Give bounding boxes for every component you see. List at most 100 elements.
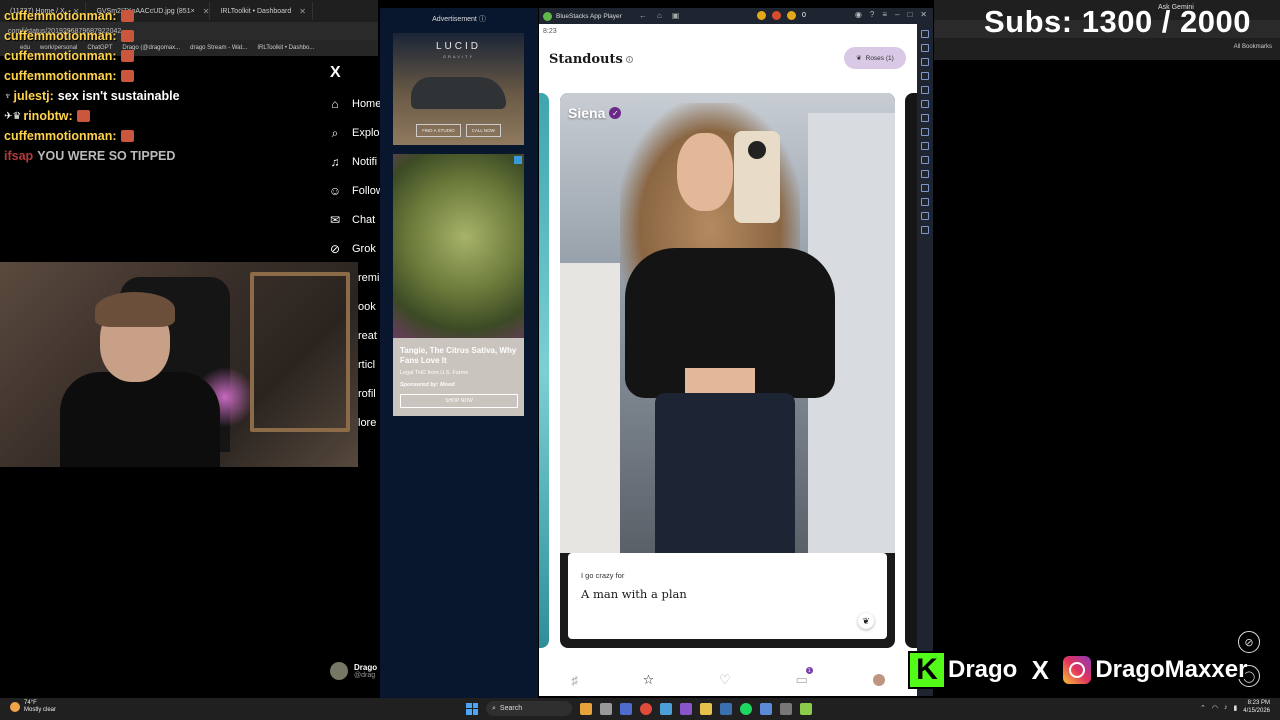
edge-icon[interactable] (660, 702, 672, 715)
clock-date: 4/15/2026 (1243, 707, 1270, 714)
system-tray: ⌃ ◠ ♪ ▮ 8:23 PM 4/15/2026 (1200, 700, 1270, 716)
verified-icon: ✓ (609, 107, 622, 119)
status-time: 8:23 (543, 27, 557, 35)
tabs-icon[interactable]: ▣ (672, 11, 680, 20)
chat-text: YOU WERE SO TIPPED (37, 149, 176, 163)
rotate-icon[interactable] (921, 114, 929, 122)
nav-item[interactable]: rticl (358, 355, 375, 375)
all-bookmarks-link[interactable]: All Bookmarks (1234, 44, 1272, 50)
volume-icon[interactable]: ♪ (1224, 704, 1228, 711)
profile-photo[interactable]: Siena ✓ (560, 93, 895, 553)
prompt-card[interactable]: I go crazy for A man with a plan ❦ (568, 553, 887, 639)
cannabis-ad[interactable]: Tangie, The Citrus Sativa, Why Fans Love… (393, 154, 524, 416)
layers-icon[interactable] (921, 226, 929, 234)
nav-item[interactable]: rofil (358, 384, 376, 404)
help-icon[interactable]: ? (870, 10, 874, 19)
location-icon[interactable] (921, 142, 929, 150)
task-view-icon[interactable] (600, 702, 612, 715)
battery-icon[interactable]: ▮ (1233, 704, 1237, 712)
nav-item[interactable]: lore (358, 413, 376, 433)
nav-home[interactable]: ⌂ Home (328, 94, 381, 114)
record-icon[interactable] (921, 100, 929, 108)
close-icon[interactable]: ✕ (920, 10, 927, 19)
info-icon[interactable]: ⓘ (479, 16, 486, 23)
chat-overlay: cuffemmotionman: cuffemmotionman: cuffem… (4, 6, 334, 166)
fullscreen-icon[interactable] (921, 30, 929, 38)
webcam-person-body (60, 372, 220, 467)
nav-item[interactable]: reat (358, 326, 377, 346)
notes-icon[interactable] (760, 702, 772, 715)
bluestacks-window: BlueStacks App Player ← ⌂ ▣ 0 ◉ ? ≡ – □ … (539, 8, 933, 696)
windows-taskbar: 74°F Mostly clear ⌕ Search ⌃ ◠ ♪ ▮ 8:23 … (0, 698, 1280, 720)
chat-username: cuffemmotionman: (4, 129, 117, 143)
windows-start-icon[interactable] (466, 702, 478, 715)
chat-message: cuffemmotionman: (4, 26, 334, 46)
taskbar-search[interactable]: ⌕ Search (486, 701, 572, 716)
minimize-icon[interactable]: – (895, 10, 899, 19)
nav-item[interactable]: remi (358, 268, 379, 288)
back-icon[interactable]: ← (639, 11, 647, 20)
account-icon[interactable]: ◉ (855, 10, 862, 19)
game-icon[interactable] (772, 11, 781, 20)
keyboard-icon[interactable] (921, 58, 929, 66)
eco-mode-icon[interactable] (921, 198, 929, 206)
adchoices-icon[interactable] (514, 156, 522, 164)
emote-icon (76, 110, 90, 122)
menu-icon[interactable]: ≡ (882, 10, 887, 19)
ad-buttons: FIND A STUDIO CALL NOW (393, 124, 524, 137)
discover-icon[interactable]: ♯ (571, 673, 578, 688)
widget-icon[interactable] (580, 702, 592, 715)
steam-icon[interactable] (720, 702, 732, 715)
obs-icon[interactable] (780, 702, 792, 715)
app-icon[interactable] (620, 702, 632, 715)
shop-icon[interactable] (757, 11, 766, 20)
spotify-icon[interactable] (740, 702, 752, 715)
folder-icon[interactable] (921, 156, 929, 164)
profile-name: Siena ✓ (568, 105, 622, 121)
multi-instance-icon[interactable] (921, 184, 929, 192)
shop-now-button[interactable]: SHOP NOW (400, 394, 518, 408)
nav-follow[interactable]: ☺ Follow (328, 181, 384, 201)
prev-card-peek[interactable] (539, 93, 549, 648)
emote-icon (120, 130, 134, 142)
wifi-icon[interactable]: ◠ (1212, 704, 1218, 712)
maximize-icon[interactable]: □ (907, 10, 912, 19)
avatar[interactable] (872, 674, 885, 686)
chrome-icon[interactable] (640, 702, 652, 715)
nav-explore[interactable]: ⌕ Explo (328, 123, 380, 143)
next-card-peek[interactable] (905, 93, 917, 648)
x-profile-card[interactable]: Drago @drag (330, 662, 377, 680)
roses-button[interactable]: ❦ Roses (1) (844, 47, 906, 69)
star-icon[interactable]: ☆ (643, 672, 655, 688)
volume-icon[interactable] (921, 44, 929, 52)
car-ad[interactable]: LUCID GRAVITY FIND A STUDIO CALL NOW (393, 33, 524, 145)
macro-icon[interactable] (921, 170, 929, 178)
settings-icon[interactable] (921, 212, 929, 220)
chevron-up-icon[interactable]: ⌃ (1200, 704, 1206, 712)
discord-icon[interactable] (680, 702, 692, 715)
nav-chat[interactable]: ✉ Chat (328, 210, 375, 230)
gamepad-icon[interactable] (921, 72, 929, 80)
home-icon[interactable]: ⌂ (657, 11, 662, 20)
nav-notifications[interactable]: ♫ Notifi (328, 152, 378, 172)
call-now-button[interactable]: CALL NOW (465, 124, 501, 137)
folder-icon[interactable] (700, 702, 712, 715)
subs-goal: Subs: 1300 / 2000 (984, 4, 1251, 39)
bluestacks-icon[interactable] (800, 702, 812, 715)
prompt-question: I go crazy for (581, 571, 625, 580)
shake-icon[interactable] (921, 128, 929, 136)
send-rose-button[interactable]: ❦ (858, 613, 874, 629)
instagram-logo-icon (1061, 654, 1094, 686)
screenshot-icon[interactable] (921, 86, 929, 94)
page-title-text: Standouts (549, 52, 623, 67)
heart-icon[interactable]: ♡ (719, 672, 731, 688)
find-studio-button[interactable]: FIND A STUDIO (416, 124, 461, 137)
nav-grok[interactable]: ⊘ Grok (328, 239, 376, 259)
weather-widget[interactable]: 74°F Mostly clear (10, 700, 56, 714)
messages-icon[interactable]: ▭ 1 (795, 667, 813, 688)
clock[interactable]: 8:23 PM 4/15/2026 (1243, 700, 1270, 716)
nav-item[interactable]: ook (358, 297, 376, 317)
emulator-nav: ← ⌂ ▣ (639, 11, 679, 20)
profile-card[interactable]: Siena ✓ I go crazy for A man with a plan … (560, 93, 895, 648)
info-icon[interactable]: i (625, 56, 633, 63)
